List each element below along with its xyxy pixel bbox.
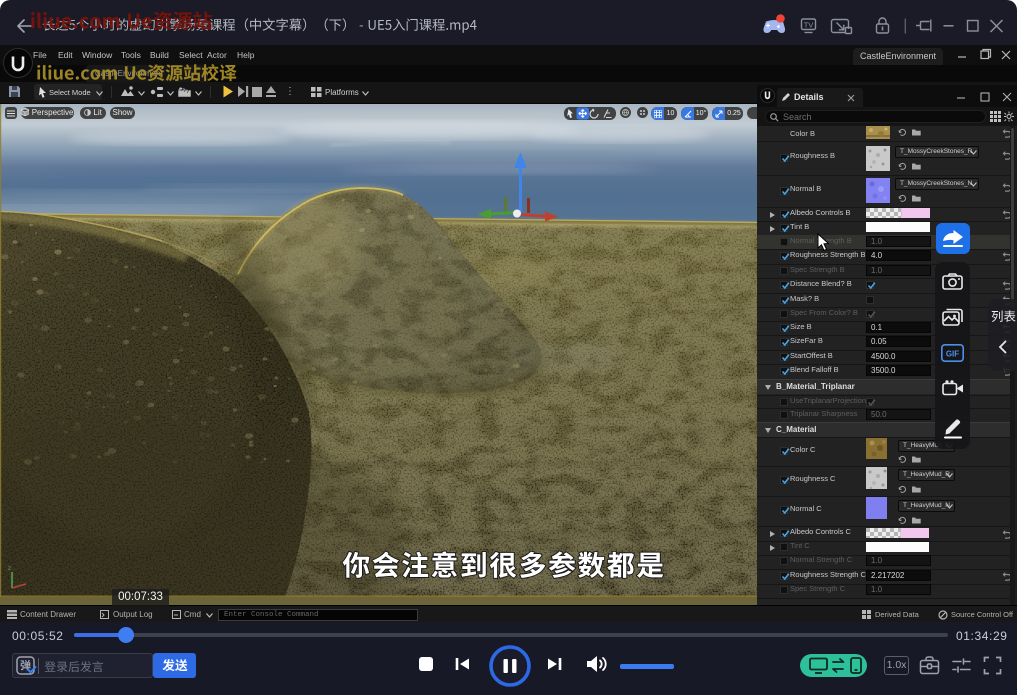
svg-text:z: z [8, 566, 11, 572]
svg-text:GIF: GIF [946, 350, 959, 359]
svg-text:TV: TV [804, 20, 814, 29]
